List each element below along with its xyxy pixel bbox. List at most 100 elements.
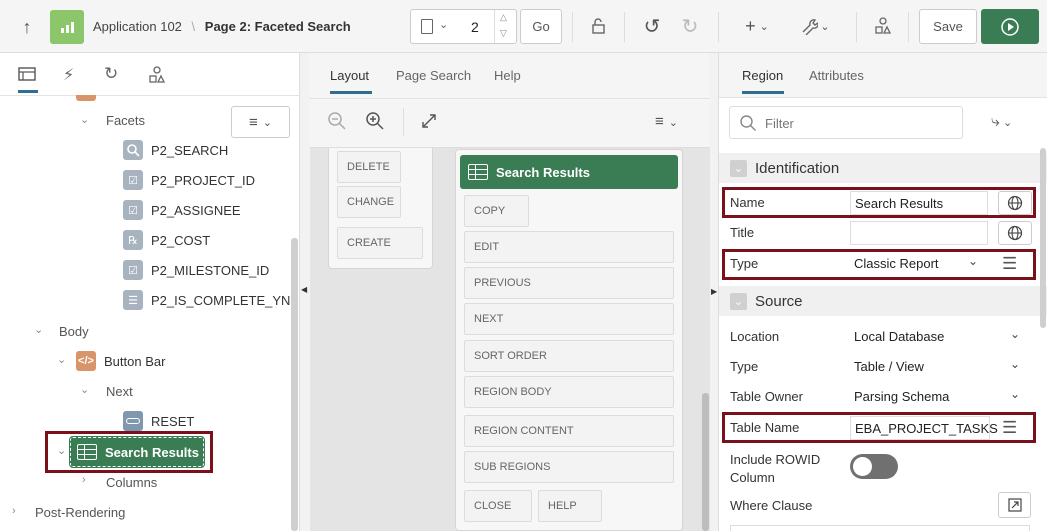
section-identification[interactable]: ⌄ Identification [719,153,1047,183]
prop-location-select[interactable]: Local Database ⌄ [850,325,1030,349]
goto-group-icon[interactable]: ⤷ ⌄ [991,113,1012,131]
tree-item-facet[interactable]: P2_MILESTONE_ID [151,263,269,278]
tree-item-facet[interactable]: P2_COST [151,233,210,248]
prop-location-value: Local Database [854,329,945,344]
position-copy[interactable]: COPY [464,195,529,227]
tab-layout[interactable]: Layout [330,68,369,83]
position-region-content[interactable]: REGION CONTENT [464,415,674,447]
position-help[interactable]: HELP [538,490,602,522]
tree-search-results[interactable]: Search Results [69,436,205,468]
open-editor-icon[interactable] [998,492,1031,518]
shared-components-icon[interactable] [869,12,897,40]
chevron-down-icon[interactable]: ⌄ [80,383,89,396]
tree-facets[interactable]: Facets [106,113,145,128]
position-close[interactable]: CLOSE [464,490,532,522]
wrench-icon[interactable]: ⌄ [795,12,835,40]
chevron-right-icon[interactable]: › [82,474,86,486]
tree-columns[interactable]: Columns [106,475,157,490]
tree-reset[interactable]: RESET [151,414,194,429]
splitter-right[interactable]: ▶ [710,53,718,531]
filter-placeholder: Filter [765,116,794,131]
position-delete[interactable]: DELETE [337,151,401,183]
section-source-title: Source [755,292,803,310]
prop-table-owner: Table Owner Parsing Schema ⌄ [719,382,1047,412]
property-scrollbar[interactable] [1040,148,1046,328]
chevron-right-icon[interactable]: › [12,505,16,517]
dynamic-actions-icon[interactable]: ⚡︎ [63,65,74,85]
tree-menu-button[interactable]: ≡ ⌄ [231,106,290,138]
page-selector[interactable]: ⌄ 2 △ ▽ [410,9,517,44]
page-number-input[interactable]: 2 [471,19,479,35]
stepper-up-icon[interactable]: △ [500,12,507,23]
play-icon [1001,17,1019,36]
chevron-down-icon: ⌄ [1009,357,1020,371]
tab-rendering[interactable] [18,67,38,83]
rendering-tree-pane: ⚡︎ ↻ ⌄ Facets ≡ ⌄ P2_SEARCH ☑ P2_PROJECT_… [0,53,300,531]
tab-region[interactable]: Region [742,68,783,83]
position-create[interactable]: CREATE [337,227,423,259]
section-source[interactable]: ⌄ Source [719,286,1047,316]
tab-attributes[interactable]: Attributes [809,68,864,83]
checkbox-list-icon: ☑ [123,170,143,190]
collapse-left-icon[interactable]: ◀ [301,285,307,294]
position-sort-order[interactable]: SORT ORDER [464,340,674,372]
expand-icon[interactable] [420,112,438,133]
up-arrow-icon[interactable]: ↑ [14,14,40,40]
tree-post-rendering[interactable]: Post-Rendering [35,505,125,520]
position-change[interactable]: CHANGE [337,186,401,218]
chevron-down-icon[interactable]: ⌄ [34,323,43,336]
collapse-checkbox-icon: ⌄ [730,292,747,310]
save-button[interactable]: Save [919,9,977,44]
chevron-down-icon[interactable]: ⌄ [57,444,66,457]
collapse-right-icon[interactable]: ▶ [711,287,717,296]
zoom-out-icon[interactable] [327,111,347,134]
run-button[interactable] [981,9,1039,44]
chevron-down-icon: ⌄ [439,19,449,31]
prop-title-input[interactable] [850,221,988,245]
tab-page-search[interactable]: Page Search [396,68,471,83]
go-button[interactable]: Go [520,9,562,44]
position-next[interactable]: NEXT [464,303,674,335]
layout-menu-icon[interactable]: ≡ ⌄ [655,113,678,130]
prop-table-owner-select[interactable]: Parsing Schema ⌄ [850,385,1030,409]
chevron-down-icon: ⌄ [1009,327,1020,341]
chevron-down-icon[interactable]: ⌄ [80,113,89,126]
region-header[interactable]: Search Results [460,155,678,189]
unlock-icon[interactable] [584,12,612,40]
position-region-body[interactable]: REGION BODY [464,376,674,408]
shared-components-tab-icon[interactable] [148,66,166,87]
tree-item-facet[interactable]: P2_SEARCH [151,143,228,158]
globe-icon[interactable] [998,221,1032,245]
position-sub-regions[interactable]: SUB REGIONS [464,451,674,483]
tab-help[interactable]: Help [494,68,521,83]
app-icon[interactable] [50,10,84,44]
prop-where-label: Where Clause [730,498,813,513]
position-previous[interactable]: PREVIOUS [464,267,674,299]
undo-icon[interactable]: ↺ [638,12,666,40]
left-scrollbar[interactable] [291,238,298,531]
processing-icon[interactable]: ↻ [104,64,118,84]
tree-next[interactable]: Next [106,384,133,399]
position-edit[interactable]: EDIT [464,231,674,263]
section-identification-title: Identification [755,159,840,177]
splitter-left[interactable]: ◀ [300,53,310,531]
tree-item-facet[interactable]: P2_PROJECT_ID [151,173,255,188]
tree-button-bar[interactable]: Button Bar [104,354,165,369]
rowid-toggle[interactable] [850,454,898,479]
breadcrumb-app[interactable]: Application 102 [93,19,182,34]
tree-body[interactable]: Body [59,324,89,339]
tree-item-facet[interactable]: P2_ASSIGNEE [151,203,241,218]
zoom-in-icon[interactable] [365,111,385,134]
tree-search-results-label: Search Results [105,444,199,460]
prop-table-owner-label: Table Owner [730,389,803,404]
add-menu-icon[interactable]: + ⌄ [737,12,777,40]
canvas-scrollbar[interactable] [702,393,709,531]
filter-input[interactable]: Filter [729,106,963,139]
tree-item-facet[interactable]: P2_IS_COMPLETE_YN [151,293,290,308]
stepper-down-icon[interactable]: ▽ [500,28,507,39]
radio-list-icon: ☰ [123,290,143,310]
redo-icon[interactable]: ↻ [676,12,704,40]
prop-title: Title [719,218,1047,248]
prop-source-type-select[interactable]: Table / View ⌄ [850,355,1030,379]
chevron-down-icon[interactable]: ⌄ [57,353,66,366]
